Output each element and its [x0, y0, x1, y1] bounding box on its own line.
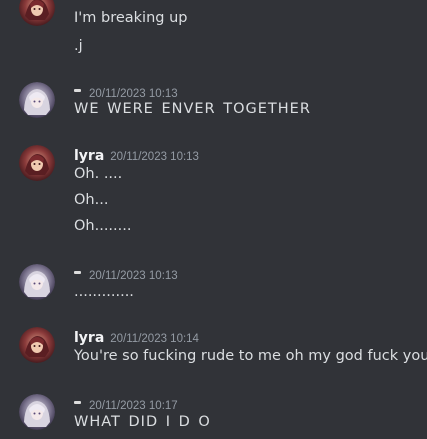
lyra-avatar[interactable]	[19, 0, 55, 26]
white-haired-avatar[interactable]	[19, 264, 55, 300]
username[interactable]: lyra	[74, 148, 104, 164]
lyra-avatar[interactable]	[19, 145, 55, 181]
message-text: Oh...	[74, 192, 109, 208]
message-text: Oh. ....	[74, 166, 123, 182]
message-text: .j	[74, 38, 83, 54]
message-header: lyra 20/11/2023 10:14	[74, 327, 199, 346]
message-header: 20/11/2023 10:17	[74, 394, 178, 412]
message-text: I'm breaking up	[74, 10, 188, 26]
timestamp: 20/11/2023 10:13	[89, 270, 178, 282]
white-haired-avatar[interactable]	[19, 82, 55, 118]
chat-message-list: I'm breaking up .j 20/11/2023 10:13 WE W…	[0, 0, 427, 439]
timestamp: 20/11/2023 10:17	[89, 400, 178, 412]
message-text: WE WERE ENVER TOGETHER	[74, 101, 311, 117]
message-header: 20/11/2023 10:13	[74, 264, 178, 282]
username-stub[interactable]	[74, 89, 81, 92]
username[interactable]: lyra	[74, 330, 104, 346]
timestamp: 20/11/2023 10:14	[110, 333, 199, 345]
message-text: WHAT DID I D O	[74, 414, 211, 430]
message-text: .............	[74, 284, 134, 300]
timestamp: 20/11/2023 10:13	[110, 151, 199, 163]
white-haired-avatar[interactable]	[19, 394, 55, 430]
username-stub[interactable]	[74, 401, 81, 404]
message-header: lyra 20/11/2023 10:13	[74, 145, 199, 164]
username-stub[interactable]	[74, 271, 81, 274]
message-text: Oh........	[74, 218, 132, 234]
message-text: You're so fucking rude to me oh my god f…	[74, 348, 427, 364]
message-header: 20/11/2023 10:13	[74, 82, 178, 100]
lyra-avatar[interactable]	[19, 327, 55, 363]
